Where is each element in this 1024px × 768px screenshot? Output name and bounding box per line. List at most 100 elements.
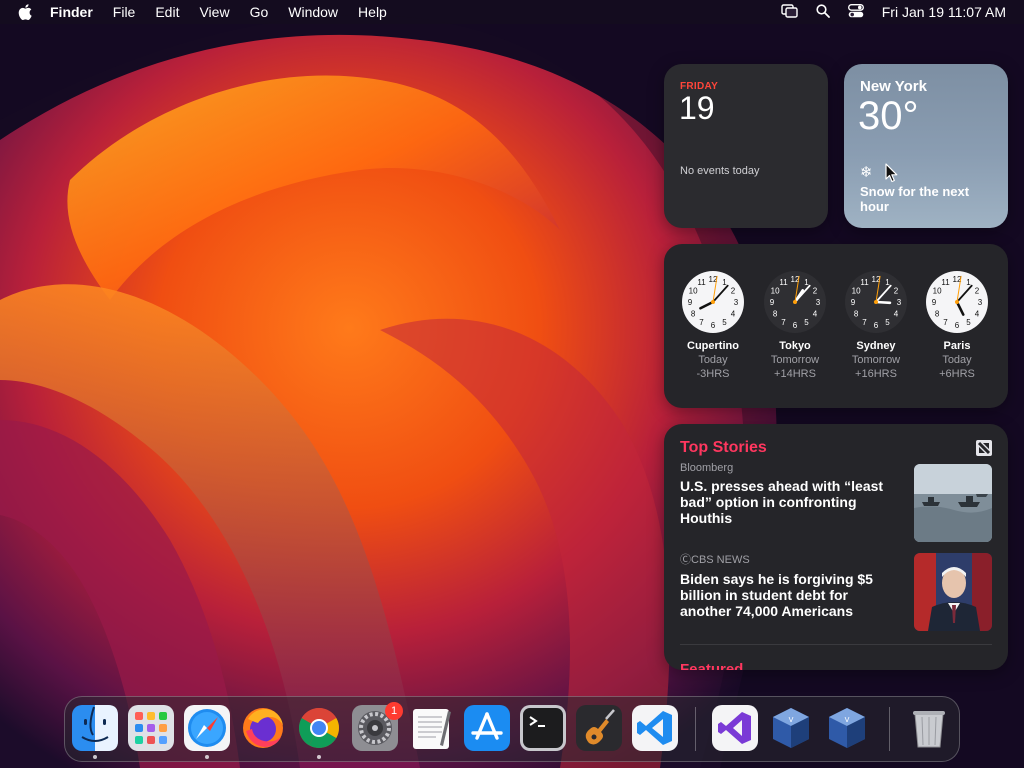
- clock-numeral: 3: [734, 298, 739, 307]
- clock-face-icon: 1234567891011 12: [764, 271, 826, 333]
- screen-mirroring-icon[interactable]: [781, 3, 798, 21]
- firefox-app-icon[interactable]: [240, 705, 286, 751]
- clock-city: Sydney: [856, 340, 896, 352]
- menu-go[interactable]: Go: [250, 4, 269, 20]
- virtualbox-app-icon[interactable]: V: [768, 705, 814, 751]
- clock-numeral: 5: [885, 318, 890, 327]
- clock-city: Tokyo: [779, 340, 811, 352]
- launchpad-app-icon[interactable]: [128, 705, 174, 751]
- vscode-app-icon[interactable]: [632, 705, 678, 751]
- clock-numeral: 2: [894, 287, 899, 296]
- calendar-widget[interactable]: FRIDAY 19 No events today: [664, 64, 828, 228]
- control-center-icon[interactable]: [847, 3, 864, 21]
- clock-numeral: 2: [975, 287, 980, 296]
- running-indicator: [205, 755, 209, 759]
- clock-numeral: 7: [943, 318, 948, 327]
- virtualbox-app-icon[interactable]: V: [824, 705, 870, 751]
- news-divider: [680, 644, 992, 645]
- clock-relative-day: Tomorrow: [770, 354, 820, 366]
- finder-app-icon[interactable]: [72, 705, 118, 751]
- garageband-app-icon[interactable]: [576, 705, 622, 751]
- svg-text:V: V: [845, 716, 850, 724]
- clock-numeral: 7: [699, 318, 704, 327]
- terminal-app-icon[interactable]: [520, 705, 566, 751]
- running-indicator: [93, 755, 97, 759]
- clock-numeral: 8: [691, 310, 696, 319]
- menu-file[interactable]: File: [113, 4, 136, 20]
- news-thumbnail[interactable]: [914, 464, 992, 542]
- clock-numeral: 4: [813, 310, 818, 319]
- clock-relative-day: Today: [942, 354, 972, 366]
- clock-face-icon: 1234567891011 12: [845, 271, 907, 333]
- svg-text:V: V: [789, 716, 794, 724]
- menu-bar: Finder File Edit View Go Window Help Fri…: [0, 0, 1024, 24]
- notification-badge: 1: [385, 702, 403, 720]
- world-clock-widget[interactable]: 1 2 3 4 5 6 7 8 9 10 11 12 Cupertino Today -3HRS 12…: [664, 244, 1008, 408]
- menu-app-name[interactable]: Finder: [50, 4, 93, 20]
- clock-numeral: 4: [975, 310, 980, 319]
- apple-news-icon: [976, 440, 992, 456]
- clock-numeral: 10: [689, 287, 698, 296]
- clock-numeral: 5: [804, 318, 809, 327]
- clock-numeral: 11: [941, 278, 950, 287]
- menu-edit[interactable]: Edit: [155, 4, 179, 20]
- news-thumbnail[interactable]: [914, 553, 992, 631]
- clock-numeral: 7: [781, 318, 786, 327]
- mouse-cursor-icon: [885, 163, 898, 183]
- menu-window[interactable]: Window: [288, 4, 338, 20]
- spotlight-search-icon[interactable]: [816, 3, 830, 21]
- clock-numeral: 8: [773, 310, 778, 319]
- chrome-app-icon[interactable]: [296, 705, 342, 751]
- calendar-events-status: No events today: [680, 165, 760, 177]
- news-story[interactable]: ⒸCBS NEWS Biden says he is forgiving $5 …: [680, 551, 992, 631]
- news-headline[interactable]: Biden says he is forgiving $5 billion in…: [680, 571, 902, 619]
- clock-numeral: 3: [897, 298, 902, 307]
- menu-view[interactable]: View: [199, 4, 229, 20]
- safari-app-icon[interactable]: [184, 705, 230, 751]
- app-store-app-icon[interactable]: [464, 705, 510, 751]
- weather-widget[interactable]: New York 30° ❄ Snow for the next hour: [844, 64, 1008, 228]
- clock-numeral: 11: [779, 278, 788, 287]
- dock: 1 V V: [64, 696, 960, 762]
- clock-numeral: 5: [966, 318, 971, 327]
- clock-numeral: 8: [935, 310, 940, 319]
- menu-help[interactable]: Help: [358, 4, 387, 20]
- menu-bar-clock[interactable]: Fri Jan 19 11:07 AM: [882, 4, 1006, 20]
- clock-numeral: 10: [933, 287, 942, 296]
- hour-hand: [874, 300, 892, 305]
- clock-numeral: 9: [851, 298, 856, 307]
- trash-icon[interactable]: [906, 705, 952, 751]
- clock-city: Cupertino: [687, 340, 739, 352]
- clock-numeral: 10: [852, 287, 861, 296]
- dock-separator: [695, 707, 696, 751]
- calendar-date: 19: [679, 90, 715, 126]
- clock-offset: +16HRS: [855, 368, 897, 380]
- clock-offset: +14HRS: [774, 368, 816, 380]
- clock-offset: -3HRS: [696, 368, 730, 380]
- clock-numeral: 5: [722, 318, 727, 327]
- news-widget[interactable]: Top Stories Bloomberg U.S. presses ahead…: [664, 424, 1008, 670]
- clock-city: Paris: [943, 340, 971, 352]
- news-story[interactable]: Bloomberg U.S. presses ahead with “least…: [680, 462, 992, 542]
- clock-numeral: 4: [894, 310, 899, 319]
- clock-numeral: 9: [688, 298, 693, 307]
- clock-numeral: 6: [711, 321, 716, 330]
- clock-numeral: 9: [770, 298, 775, 307]
- news-featured-heading[interactable]: Featured: [680, 661, 743, 670]
- visual-studio-app-icon[interactable]: [712, 705, 758, 751]
- clock-face-icon: 1234567891011 12: [926, 271, 988, 333]
- clock-numeral: 8: [854, 310, 859, 319]
- clock-face-icon: 1234567891011 12: [682, 271, 744, 333]
- running-indicator: [317, 755, 321, 759]
- snowflake-icon: ❄: [860, 164, 873, 181]
- news-section-title: Top Stories: [680, 439, 767, 456]
- clock-numeral: 3: [978, 298, 983, 307]
- clock-numeral: 4: [731, 310, 736, 319]
- textedit-app-icon[interactable]: [408, 705, 454, 751]
- weather-description: Snow for the next hour: [860, 184, 970, 214]
- clock-numeral: 9: [932, 298, 937, 307]
- apple-menu-icon[interactable]: [16, 3, 34, 21]
- news-headline[interactable]: U.S. presses ahead with “least bad” opti…: [680, 478, 902, 526]
- weather-temperature: 30°: [858, 94, 919, 138]
- clock-numeral: 6: [793, 321, 798, 330]
